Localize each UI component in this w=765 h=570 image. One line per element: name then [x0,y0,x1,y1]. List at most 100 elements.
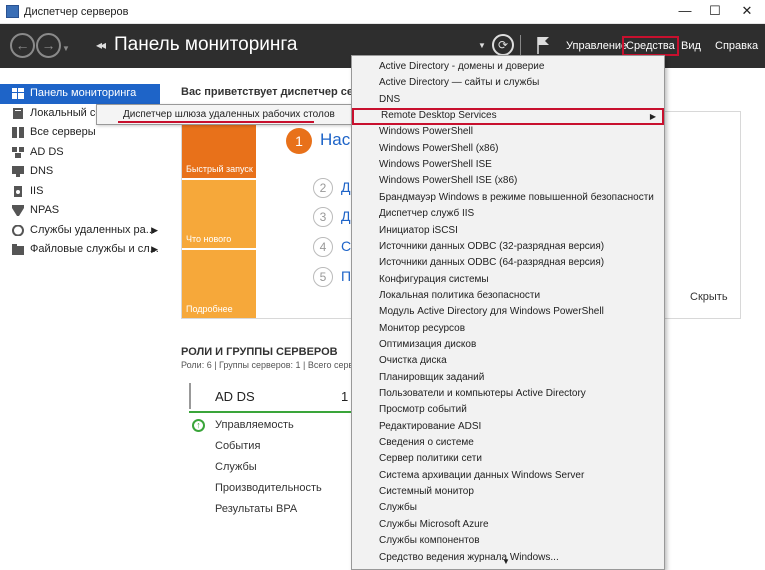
menu-item[interactable]: DNS [352,92,664,109]
role-row-performance[interactable]: Производительность [215,482,322,494]
menu-item-label: Инициатор iSCSI [379,224,458,236]
sidebar-item-npas[interactable]: NPAS [0,201,160,221]
file-services-icon [12,244,24,255]
menu-item-label: Службы Microsoft Azure [379,518,489,530]
menu-item[interactable]: Службы Microsoft Azure [352,517,664,534]
menu-item[interactable]: Источники данных ODBC (64-разрядная верс… [352,255,664,272]
menu-item-label: Windows PowerShell ISE [379,159,492,171]
menu-item[interactable]: Windows PowerShell [352,124,664,141]
role-card-ad-ds[interactable]: AD DS 1 ↑ Управляемость События Службы П… [189,383,351,523]
menu-item-label: Источники данных ODBC (32-разрядная верс… [379,240,605,252]
close-button[interactable]: ✕ [732,0,762,24]
menu-tools[interactable]: Средства [622,36,679,56]
role-row-services[interactable]: Службы [215,461,257,473]
menu-item[interactable]: Оптимизация дисков [352,337,664,354]
menu-item-label: Windows PowerShell (x86) [379,142,499,154]
step-5-link[interactable]: П [341,268,351,284]
step-1-badge: 1 [286,128,312,154]
menu-view[interactable]: Вид [681,40,701,52]
sidebar-item-iis[interactable]: IIS [0,182,160,202]
history-dropdown-icon[interactable]: ▼ [62,44,70,53]
separator [520,35,521,57]
step-1-link[interactable]: Нас [320,130,350,150]
hide-link[interactable]: Скрыть [690,291,728,303]
menu-item-label: Active Directory — сайты и службы [379,77,540,89]
refresh-dropdown-icon[interactable]: ▼ [478,41,486,50]
role-row-bpa-results[interactable]: Результаты BPA [215,503,297,515]
menu-item[interactable]: Windows PowerShell (x86) [352,141,664,158]
sidebar-item-label: NPAS [30,204,60,216]
menu-item[interactable]: Монитор ресурсов [352,321,664,338]
menu-item-label: Диспетчер служб IIS [379,208,475,220]
menu-item[interactable]: Active Directory — сайты и службы [352,75,664,92]
sidebar-item-dashboard[interactable]: Панель мониторинга [0,84,160,104]
sidebar-item-file-services[interactable]: Файловые службы и сл... ▶ [0,240,160,260]
refresh-icon[interactable]: ⟳ [492,34,514,56]
menu-item-label: Локальная политика безопасности [379,289,541,301]
menu-manage[interactable]: Управление [566,40,627,52]
sidebar-item-dns[interactable]: DNS [0,162,160,182]
ad-icon [12,146,24,158]
menu-item[interactable]: Локальная политика безопасности [352,288,664,305]
server-manager-app-icon [6,5,19,18]
tile-label: Что нового [186,234,232,244]
back-arrow-icon[interactable]: ← [10,33,35,58]
page-title: Панель мониторинга [114,34,298,55]
sidebar-item-label: IIS [30,184,44,197]
menu-item[interactable]: Инициатор iSCSI [352,223,664,240]
menu-item[interactable]: Сервер политики сети [352,451,664,468]
menu-item-label: Монитор ресурсов [379,322,466,334]
status-ok-icon: ↑ [192,419,205,432]
chevron-right-icon: ▶ [151,224,158,235]
menu-item-label: Модуль Active Directory для Windows Powe… [379,306,604,318]
whats-new-tile[interactable]: Что нового [182,180,256,248]
menu-item[interactable]: Пользователи и компьютеры Active Directo… [352,386,664,403]
maximize-button[interactable]: ☐ [700,0,730,24]
tile-label: Подробнее [186,304,233,314]
menu-item[interactable]: Очистка диска [352,353,664,370]
rds-icon [12,224,24,236]
menu-item[interactable]: Сведения о системе [352,435,664,452]
sidebar-item-ad-ds[interactable]: AD DS [0,143,160,163]
sidebar-item-label: DNS [30,165,54,177]
menu-item[interactable]: Редактирование ADSI [352,419,664,436]
scroll-down-arrow-icon[interactable]: ▼ [502,557,510,566]
menu-item[interactable]: Windows PowerShell ISE (x86) [352,173,664,190]
roles-summary: Роли: 6 | Группы серверов: 1 | Всего сер… [181,360,359,370]
menu-item[interactable]: Active Directory - домены и доверие [352,59,664,76]
step-4-link[interactable]: С [341,238,351,254]
notifications-flag-icon[interactable] [536,36,550,54]
forward-arrow-icon[interactable]: → [36,33,61,58]
learn-more-tile[interactable]: Подробнее [182,250,256,318]
step-5-badge: 5 [313,267,333,287]
step-2-badge: 2 [313,178,333,198]
menu-item[interactable]: Система архивации данных Windows Server [352,468,664,485]
menu-item-label: DNS [379,93,401,105]
minimize-button[interactable]: — [670,0,700,24]
menu-item[interactable]: Системный монитор [352,484,664,501]
menu-item[interactable]: Просмотр событий [352,402,664,419]
menu-item[interactable]: Windows PowerShell ISE [352,157,664,174]
menu-item-remote-desktop-services[interactable]: Remote Desktop Services ▶ [352,108,664,125]
menu-item[interactable]: Планировщик заданий [352,370,664,387]
menu-item[interactable]: Конфигурация системы [352,272,664,289]
menu-item-label: Оптимизация дисков [379,338,477,350]
menu-item[interactable]: Службы компонентов [352,533,664,550]
menu-item-label: Редактирование ADSI [379,420,482,432]
step-2-link[interactable]: Д [341,179,350,195]
role-row-events[interactable]: События [215,440,260,452]
menu-help[interactable]: Справка [715,40,758,52]
step-3-link[interactable]: Д [341,208,350,224]
menu-item[interactable]: Службы [352,500,664,517]
sidebar-item-remote-desktop-services[interactable]: Службы удаленных ра... ▶ [0,221,160,241]
sidebar-item-all-servers[interactable]: Все серверы [0,123,160,143]
menu-item[interactable]: Брандмауэр Windows в режиме повышенной б… [352,190,664,207]
chevron-right-icon: ▶ [151,244,158,254]
menu-item-label: Службы компонентов [379,535,480,547]
role-row-manageability[interactable]: Управляемость [215,419,294,431]
npas-icon [12,205,24,216]
menu-item[interactable]: Диспетчер служб IIS [352,206,664,223]
menu-item[interactable]: Модуль Active Directory для Windows Powe… [352,304,664,321]
sidebar-item-label: Все серверы [30,126,96,138]
menu-item[interactable]: Источники данных ODBC (32-разрядная верс… [352,239,664,256]
